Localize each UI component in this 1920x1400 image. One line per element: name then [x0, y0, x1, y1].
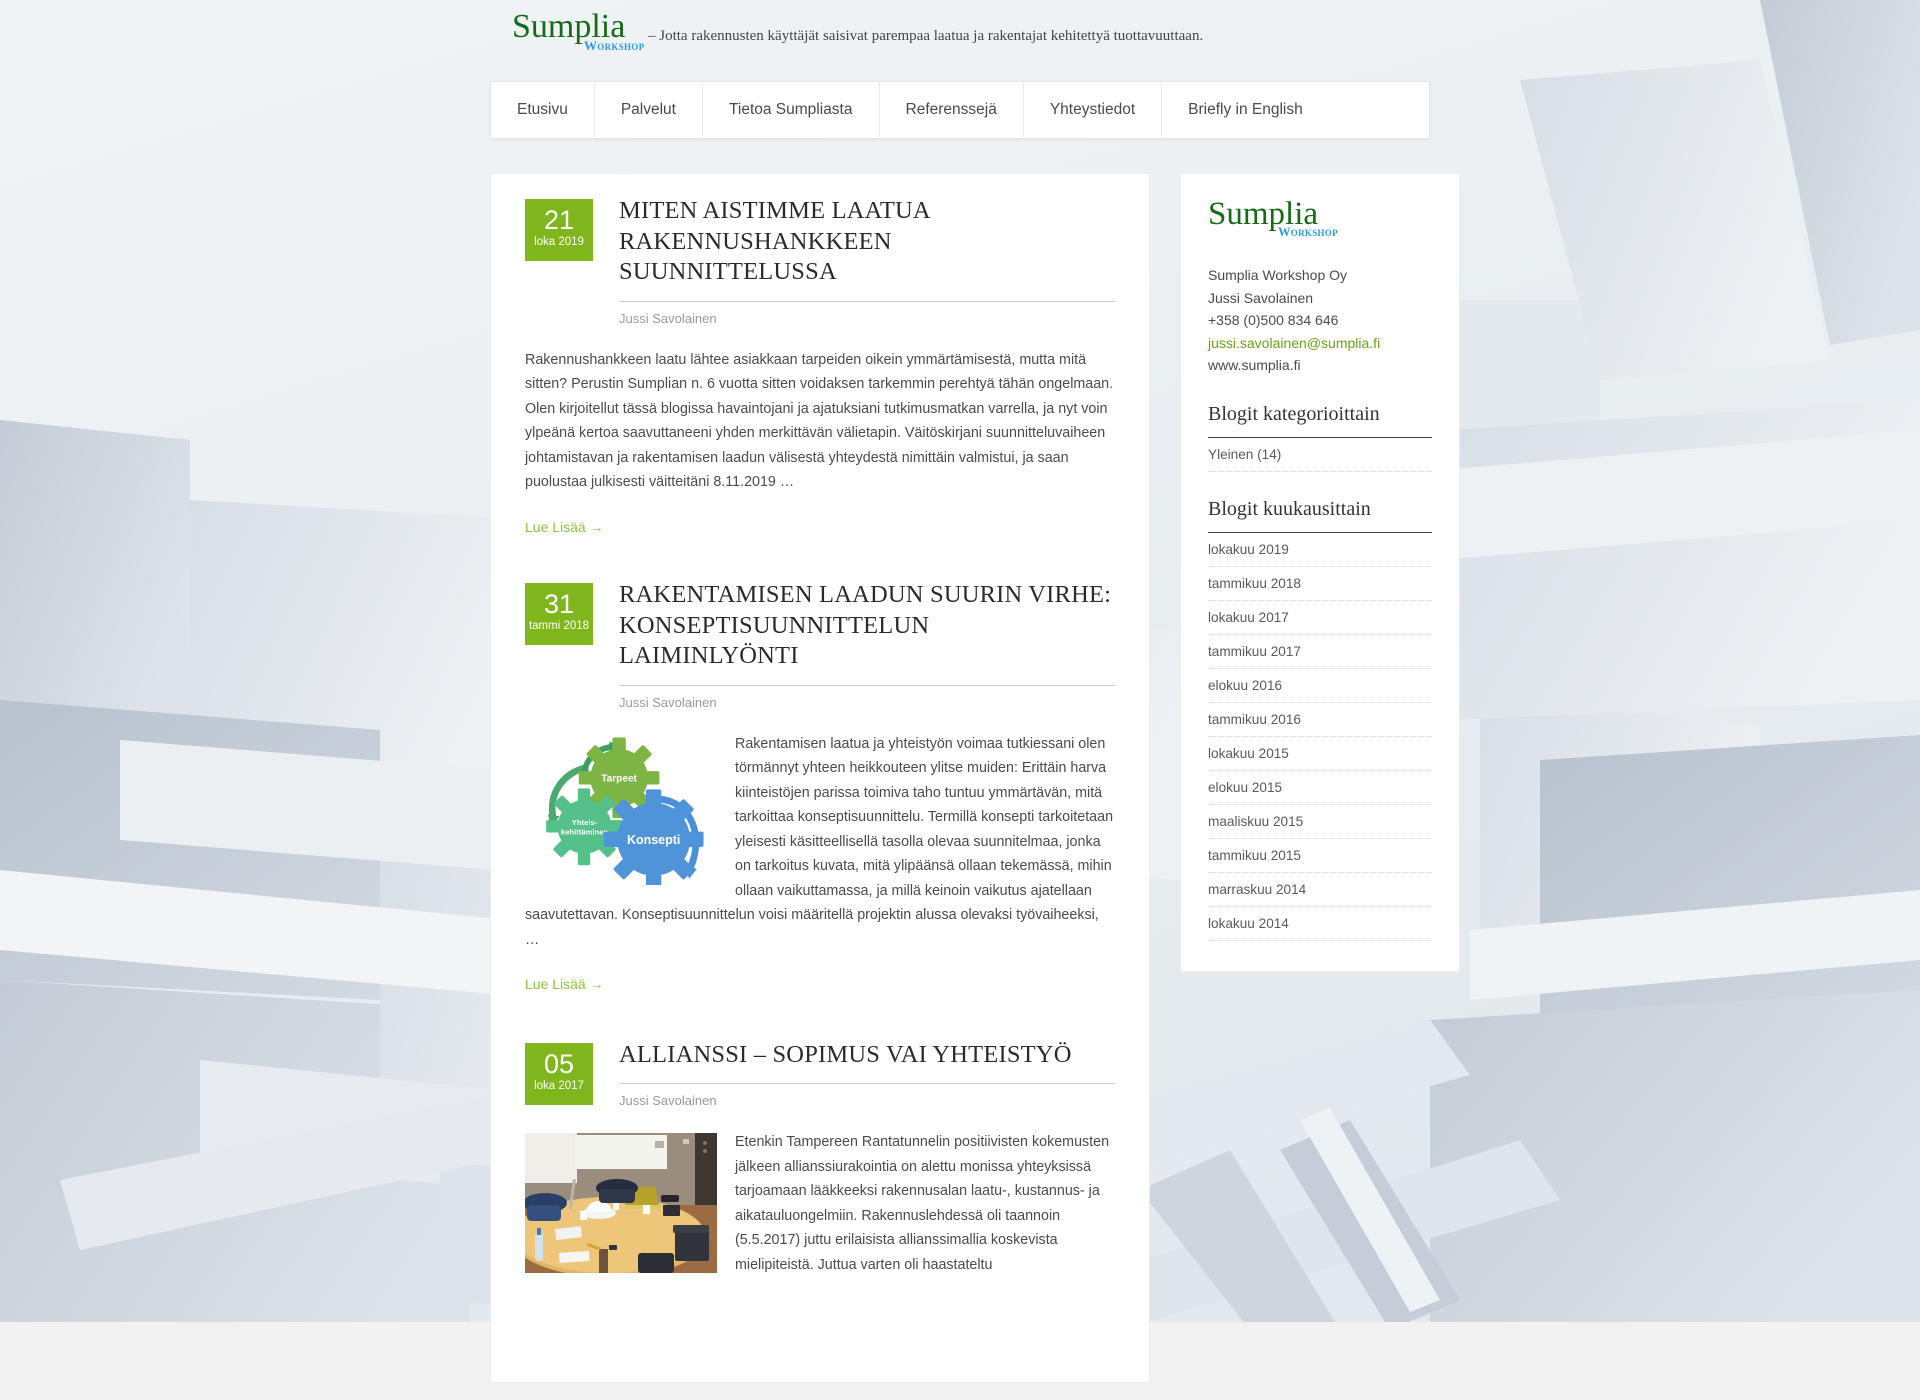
post-date-day: 05	[543, 1048, 575, 1079]
post-thumbnail-gear-diagram[interactable]: Tarpeet Yhteis- kehittäminen Konsepti	[525, 734, 717, 885]
post-thumbnail-meeting-room[interactable]	[525, 1133, 717, 1273]
archive-item[interactable]: elokuu 2015	[1208, 771, 1432, 805]
gear-konsepti: Konsepti	[603, 788, 704, 885]
archive-item[interactable]: lokakuu 2019	[1208, 533, 1432, 567]
sidebar-logo-subtitle: Workshop	[1278, 225, 1338, 239]
post-excerpt: Rakennushankkeen laatu lähtee asiakkaan …	[525, 351, 1114, 491]
post-header-right: Miten aistimme laatua rakennushankkeen s…	[619, 196, 1115, 326]
contact-website: www.sumplia.fi	[1208, 357, 1301, 373]
contact-email-link[interactable]: jussi.savolainen@sumplia.fi	[1208, 332, 1432, 355]
widget-title-categories: Blogit kategorioittain	[1208, 403, 1432, 438]
archive-item[interactable]: lokakuu 2014	[1208, 907, 1432, 941]
archive-list: lokakuu 2019 tammikuu 2018 lokakuu 2017 …	[1208, 533, 1432, 941]
contact-person: Jussi Savolainen	[1208, 289, 1314, 306]
blog-post: 31 tammi 2018 Rakentamisen laadun suurin…	[491, 540, 1149, 998]
blog-post: 21 loka 2019 Miten aistimme laatua raken…	[491, 174, 1149, 540]
blog-post-list: 21 loka 2019 Miten aistimme laatua raken…	[490, 173, 1150, 1383]
post-date-month: loka 2019	[534, 236, 584, 248]
archive-item[interactable]: maaliskuu 2015	[1208, 805, 1432, 839]
archive-item[interactable]: lokakuu 2015	[1208, 737, 1432, 771]
widget-title-archives: Blogit kuukausittain	[1208, 498, 1432, 533]
post-title[interactable]: Allianssi – sopimus vai yhteistyö	[619, 1040, 1115, 1071]
post-author: Jussi Savolainen	[619, 310, 717, 326]
nav-item-palvelut[interactable]: Palvelut	[595, 82, 703, 138]
blog-post: 05 loka 2017 Allianssi – sopimus vai yht…	[491, 998, 1149, 1280]
category-list: Yleinen (14)	[1208, 438, 1432, 472]
post-header-right: Allianssi – sopimus vai yhteistyö Jussi …	[619, 1040, 1115, 1108]
title-divider	[619, 300, 1115, 302]
post-header: 31 tammi 2018 Rakentamisen laadun suurin…	[525, 580, 1115, 710]
archive-item[interactable]: tammikuu 2017	[1208, 635, 1432, 669]
widget-categories: Blogit kategorioittain Yleinen (14)	[1208, 403, 1432, 472]
post-date-month: tammi 2018	[528, 620, 590, 632]
site-header: Sumplia Workshop – Jotta rakennusten käy…	[0, 0, 1920, 68]
archive-item[interactable]: tammikuu 2016	[1208, 703, 1432, 737]
post-body: Tarpeet Yhteis- kehittäminen Konsepti Ra…	[525, 732, 1115, 998]
meeting-room-photo	[525, 1133, 717, 1273]
post-date-month: loka 2017	[534, 1079, 584, 1092]
post-title[interactable]: Miten aistimme laatua rakennushankkeen s…	[619, 196, 1115, 288]
archive-item[interactable]: lokakuu 2017	[1208, 601, 1432, 635]
archive-item[interactable]: marraskuu 2014	[1208, 873, 1432, 907]
gear-label-kehittaminen: kehittäminen	[561, 827, 609, 836]
gear-label-tarpeet: Tarpeet	[601, 773, 637, 784]
title-divider	[619, 684, 1115, 686]
post-author: Jussi Savolainen	[619, 1093, 717, 1108]
gear-label-konsepti: Konsepti	[627, 833, 680, 847]
gear-yhteiskehittaminen: Yhteis- kehittäminen	[546, 787, 623, 865]
title-divider	[619, 1083, 1115, 1084]
gear-cycle-diagram-icon: Tarpeet Yhteis- kehittäminen Konsepti	[546, 737, 704, 885]
widget-archives: Blogit kuukausittain lokakuu 2019 tammik…	[1208, 498, 1432, 941]
post-body: Rakennushankkeen laatu lähtee asiakkaan …	[525, 348, 1115, 541]
logo-subtitle: Workshop	[584, 38, 645, 53]
post-date-badge: 05 loka 2017	[525, 1042, 593, 1105]
post-header: 21 loka 2019 Miten aistimme laatua raken…	[525, 196, 1115, 326]
nav-item-yhteystiedot[interactable]: Yhteystiedot	[1024, 82, 1163, 138]
category-item-yleinen[interactable]: Yleinen (14)	[1208, 438, 1432, 472]
contact-block: Sumplia Workshop Oy Jussi Savolainen +35…	[1208, 264, 1432, 377]
post-header-right: Rakentamisen laadun suurin virhe: konsep…	[619, 580, 1115, 710]
post-date-badge: 31 tammi 2018	[525, 583, 593, 645]
nav-item-briefly-in-english[interactable]: Briefly in English	[1162, 82, 1329, 138]
gear-label-yhteis: Yhteis-	[572, 817, 598, 826]
read-more-link[interactable]: Lue Lisää →	[525, 515, 604, 540]
post-date-day: 31	[543, 589, 575, 619]
post-author: Jussi Savolainen	[619, 694, 717, 710]
nav-item-tietoa-sumpliasta[interactable]: Tietoa Sumpliasta	[703, 82, 880, 138]
sidebar: Sumplia Workshop Sumplia Workshop Oy Jus…	[1180, 173, 1460, 972]
sidebar-logo[interactable]: Sumplia Workshop	[1208, 198, 1432, 252]
archive-item[interactable]: elokuu 2016	[1208, 669, 1432, 703]
post-body: Etenkin Tampereen Rantatunnelin positiiv…	[525, 1130, 1115, 1279]
post-title[interactable]: Rakentamisen laadun suurin virhe: konsep…	[619, 580, 1115, 672]
post-header: 05 loka 2017 Allianssi – sopimus vai yht…	[525, 1040, 1115, 1108]
post-date-badge: 21 loka 2019	[525, 199, 593, 261]
nav-item-referensseja[interactable]: Referenssejä	[880, 82, 1024, 138]
nav-item-etusivu[interactable]: Etusivu	[491, 82, 595, 138]
site-logo[interactable]: Sumplia Workshop	[512, 10, 652, 58]
contact-phone: +358 (0)500 834 646	[1208, 312, 1339, 328]
archive-item[interactable]: tammikuu 2015	[1208, 839, 1432, 873]
main-navigation: Etusivu Palvelut Tietoa Sumpliasta Refer…	[490, 81, 1430, 139]
archive-item[interactable]: tammikuu 2018	[1208, 567, 1432, 601]
contact-company: Sumplia Workshop Oy	[1208, 267, 1348, 283]
site-tagline: – Jotta rakennusten käyttäjät saisivat p…	[648, 28, 1204, 44]
read-more-link[interactable]: Lue Lisää →	[525, 972, 604, 997]
post-date-day: 21	[543, 205, 575, 235]
